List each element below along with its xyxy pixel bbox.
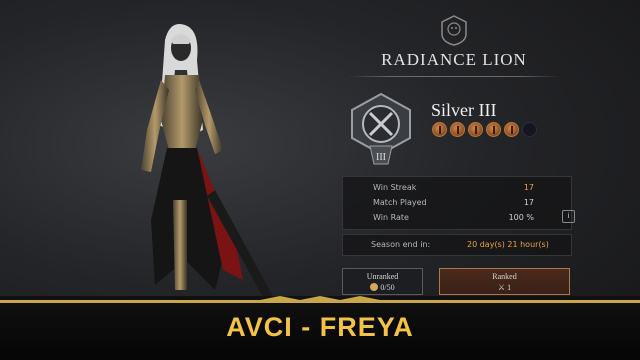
rank-pip-filled <box>486 122 501 137</box>
stat-label: Win Rate <box>373 213 409 222</box>
rank-pip-filled <box>432 122 447 137</box>
ranked-button[interactable]: Ranked ⚔ 1 <box>439 268 570 295</box>
stat-value: 100 % <box>508 213 534 222</box>
rank-numeral: III <box>376 152 386 163</box>
title-divider <box>348 76 560 77</box>
info-button[interactable]: i <box>562 210 575 223</box>
character-model <box>95 20 305 310</box>
stat-label: Match Played <box>373 198 427 207</box>
banner-ornament <box>0 296 640 303</box>
faction-title: RADIANCE LION <box>381 50 527 69</box>
season-countdown: 20 day(s) 21 hour(s) <box>467 240 549 249</box>
season-label: Season end in: <box>371 240 431 249</box>
banner-title: AVCI - FREYA <box>226 312 414 342</box>
rank-pip-filled <box>504 122 519 137</box>
stats-box: Win Streak 17 Match Played 17 Win Rate 100 % … <box>342 176 575 230</box>
rank-panel: RADIANCE LION III Silver III Win Streak 1… <box>330 0 640 300</box>
rank-pip-empty <box>522 122 537 137</box>
stat-value: 17 <box>523 198 534 207</box>
rank-pip-filled <box>450 122 465 137</box>
unranked-button[interactable]: Unranked 0/50 <box>342 268 423 295</box>
rank-name: Silver III <box>431 100 497 120</box>
stat-label: Win Streak <box>373 183 417 192</box>
swords-icon: ⚔ <box>497 283 506 292</box>
unranked-count: 0/50 <box>380 283 395 292</box>
coin-icon <box>370 283 379 291</box>
rank-pip-filled <box>468 122 483 137</box>
unranked-label: Unranked <box>366 272 399 281</box>
rank-progress-pips <box>432 122 537 137</box>
rank-badge-icon: III <box>351 92 411 165</box>
ranked-count: 1 <box>507 283 512 292</box>
lion-head-icon <box>441 15 467 46</box>
stat-value: 17 <box>523 183 534 192</box>
season-box: Season end in: 20 day(s) 21 hour(s) <box>342 234 572 256</box>
ranked-label: Ranked <box>492 272 517 281</box>
